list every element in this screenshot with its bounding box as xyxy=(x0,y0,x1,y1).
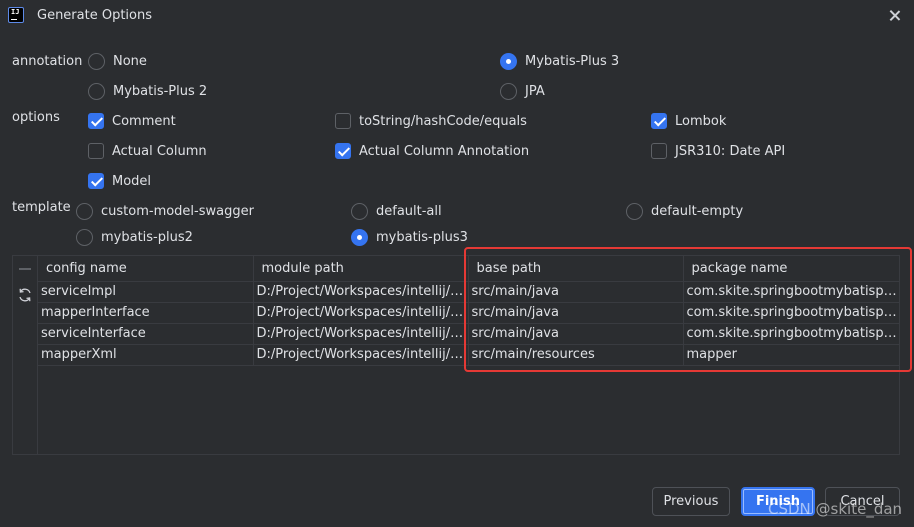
option-actual-column-annotation-checkbox[interactable]: Actual Column Annotation xyxy=(335,141,529,161)
radio-indicator xyxy=(351,228,368,246)
template-label: template xyxy=(12,200,71,215)
radio-label: custom-model-swagger xyxy=(101,203,254,219)
radio-label: mybatis-plus3 xyxy=(376,229,468,245)
checkbox-label: Model xyxy=(112,173,152,189)
checkbox-label: Actual Column xyxy=(112,143,207,159)
radio-label: None xyxy=(113,53,147,69)
checkbox-label: JSR310: Date API xyxy=(675,143,786,159)
radio-label: default-all xyxy=(376,203,442,219)
checkbox-indicator xyxy=(88,143,104,159)
cell-module-path[interactable]: D:/Project/Workspaces/intellij/Spr... xyxy=(253,302,469,324)
table-toolbar xyxy=(13,256,38,454)
option-jsr310-checkbox[interactable]: JSR310: Date API xyxy=(651,141,785,161)
checkbox-indicator xyxy=(88,173,104,189)
checkbox-indicator xyxy=(335,113,351,129)
column-header-base-path[interactable]: base path xyxy=(468,256,684,282)
config-table-panel: config name module path base path packag… xyxy=(12,255,900,455)
previous-button[interactable]: Previous xyxy=(652,487,730,516)
option-comment-checkbox[interactable]: Comment xyxy=(88,111,176,131)
checkbox-indicator xyxy=(651,143,667,159)
cell-package-name[interactable]: com.skite.springbootmybatisplus.... xyxy=(683,323,900,345)
radio-indicator xyxy=(76,202,93,220)
template-mybatis-plus2-radio[interactable]: mybatis-plus2 xyxy=(76,227,193,247)
cell-package-name[interactable]: mapper xyxy=(683,344,900,366)
template-default-all-radio[interactable]: default-all xyxy=(351,201,442,221)
radio-indicator xyxy=(88,52,105,70)
radio-label: Mybatis-Plus 2 xyxy=(113,83,208,99)
cell-base-path[interactable]: src/main/java xyxy=(468,302,684,324)
cell-base-path[interactable]: src/main/java xyxy=(468,323,684,345)
checkbox-indicator xyxy=(88,113,104,129)
table-row[interactable]: mapperInterface D:/Project/Workspaces/in… xyxy=(38,302,900,324)
close-icon[interactable] xyxy=(885,6,905,26)
intellij-app-icon xyxy=(8,7,24,23)
checkbox-label: toString/hashCode/equals xyxy=(359,113,527,129)
column-header-module-path[interactable]: module path xyxy=(253,256,469,282)
option-tostring-checkbox[interactable]: toString/hashCode/equals xyxy=(335,111,527,131)
table-row[interactable]: mapperXml D:/Project/Workspaces/intellij… xyxy=(38,344,900,366)
template-mybatis-plus3-radio[interactable]: mybatis-plus3 xyxy=(351,227,468,247)
options-label: options xyxy=(12,110,60,125)
option-actual-column-checkbox[interactable]: Actual Column xyxy=(88,141,207,161)
checkbox-label: Comment xyxy=(112,113,176,129)
option-lombok-checkbox[interactable]: Lombok xyxy=(651,111,726,131)
title-bar: Generate Options xyxy=(0,0,914,32)
radio-indicator xyxy=(500,52,517,70)
cell-config-name[interactable]: mapperXml xyxy=(38,344,254,366)
radio-indicator xyxy=(626,202,643,220)
radio-indicator xyxy=(351,202,368,220)
annotation-label: annotation xyxy=(12,54,83,69)
checkbox-indicator xyxy=(335,143,351,159)
cell-base-path[interactable]: src/main/resources xyxy=(468,344,684,366)
cell-package-name[interactable]: com.skite.springbootmybatisplus.... xyxy=(683,302,900,324)
watermark: CSDN @skite_dan xyxy=(768,500,903,518)
option-model-checkbox[interactable]: Model xyxy=(88,171,151,191)
table-row[interactable]: serviceImpl D:/Project/Workspaces/intell… xyxy=(38,281,900,303)
template-default-empty-radio[interactable]: default-empty xyxy=(626,201,743,221)
cell-module-path[interactable]: D:/Project/Workspaces/intellij/Spr... xyxy=(253,281,469,303)
cell-base-path[interactable]: src/main/java xyxy=(468,281,684,303)
checkbox-label: Actual Column Annotation xyxy=(359,143,530,159)
radio-indicator xyxy=(88,82,105,100)
cell-module-path[interactable]: D:/Project/Workspaces/intellij/Spr... xyxy=(253,344,469,366)
cell-config-name[interactable]: serviceImpl xyxy=(38,281,254,303)
radio-label: Mybatis-Plus 3 xyxy=(525,53,620,69)
cell-package-name[interactable]: com.skite.springbootmybatisplus.... xyxy=(683,281,900,303)
radio-label: JPA xyxy=(525,83,545,99)
table-row[interactable]: serviceInterface D:/Project/Workspaces/i… xyxy=(38,323,900,345)
annotation-mybatis-plus-3-radio[interactable]: Mybatis-Plus 3 xyxy=(500,51,619,71)
table-header-row: config name module path base path packag… xyxy=(38,256,900,282)
config-table: config name module path base path packag… xyxy=(38,256,900,366)
column-header-package-name[interactable]: package name xyxy=(683,256,900,282)
cell-module-path[interactable]: D:/Project/Workspaces/intellij/Spr... xyxy=(253,323,469,345)
remove-row-icon[interactable] xyxy=(19,268,31,270)
template-custom-model-swagger-radio[interactable]: custom-model-swagger xyxy=(76,201,254,221)
annotation-jpa-radio[interactable]: JPA xyxy=(500,81,545,101)
annotation-none-radio[interactable]: None xyxy=(88,51,147,71)
annotation-mybatis-plus-2-radio[interactable]: Mybatis-Plus 2 xyxy=(88,81,207,101)
checkbox-label: Lombok xyxy=(675,113,727,129)
radio-label: mybatis-plus2 xyxy=(101,229,193,245)
column-header-config-name[interactable]: config name xyxy=(38,256,254,282)
checkbox-indicator xyxy=(651,113,667,129)
cell-config-name[interactable]: mapperInterface xyxy=(38,302,254,324)
cell-config-name[interactable]: serviceInterface xyxy=(38,323,254,345)
dialog-title: Generate Options xyxy=(37,8,153,23)
radio-indicator xyxy=(76,228,93,246)
radio-label: default-empty xyxy=(651,203,744,219)
radio-indicator xyxy=(500,82,517,100)
refresh-icon[interactable] xyxy=(17,287,33,303)
